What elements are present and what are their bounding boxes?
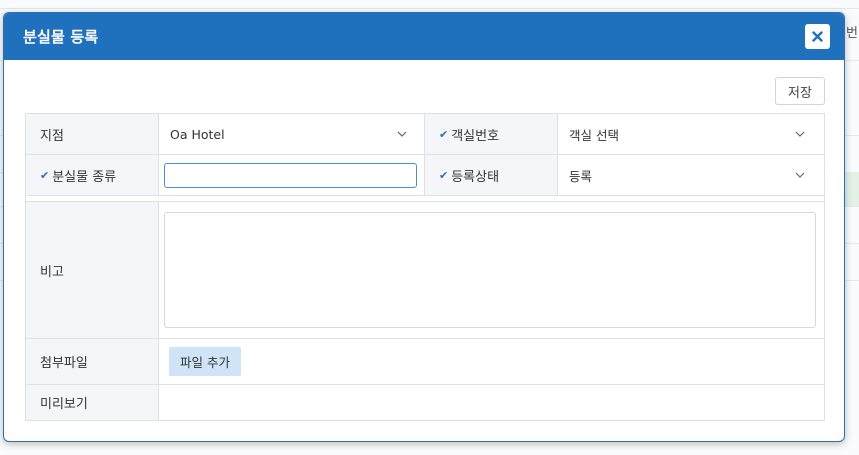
register-status-cell: 등록 <box>558 155 822 195</box>
preview-area <box>159 385 824 420</box>
chevron-down-icon <box>397 131 407 137</box>
close-icon <box>812 27 823 46</box>
background-highlight-row <box>845 172 859 206</box>
branch-select[interactable]: Oa Hotel <box>166 114 417 154</box>
lost-item-register-modal: 분실물 등록 저장 지점 Oa Hotel ✔ 객실번호 객실 선택 ✔ 분실물… <box>3 12 845 442</box>
attachment-cell: 파일 추가 <box>159 339 824 384</box>
room-number-select-placeholder: 객실 선택 <box>569 127 619 143</box>
note-textarea[interactable] <box>164 212 816 328</box>
lost-item-type-cell <box>159 155 425 195</box>
note-label: 비고 <box>26 202 159 338</box>
modal-header: 분실물 등록 <box>4 13 844 60</box>
required-check-icon: ✔ <box>40 168 50 182</box>
save-button[interactable]: 저장 <box>775 77 825 105</box>
branch-select-value: Oa Hotel <box>170 126 225 142</box>
required-check-icon: ✔ <box>439 168 449 182</box>
register-status-select[interactable]: 등록 <box>565 155 815 195</box>
chevron-down-icon <box>795 131 805 137</box>
form-row: 지점 Oa Hotel ✔ 객실번호 객실 선택 <box>25 114 825 155</box>
room-number-label: ✔ 객실번호 <box>425 114 558 154</box>
background-grid-line <box>0 8 859 9</box>
room-number-select[interactable]: 객실 선택 <box>565 114 815 154</box>
form-row: 미리보기 <box>25 385 825 421</box>
modal-title: 분실물 등록 <box>23 28 99 46</box>
lost-item-type-input[interactable] <box>164 162 417 188</box>
preview-label: 미리보기 <box>26 385 159 420</box>
branch-cell: Oa Hotel <box>159 114 425 154</box>
lost-item-type-label: ✔ 분실물 종류 <box>26 155 159 195</box>
form-row: ✔ 분실물 종류 ✔ 등록상태 등록 <box>25 155 825 196</box>
close-button[interactable] <box>805 24 830 49</box>
attachment-label: 첨부파일 <box>26 339 159 384</box>
add-file-button[interactable]: 파일 추가 <box>169 347 241 376</box>
background-column-header: 번 <box>846 26 858 41</box>
chevron-down-icon <box>795 172 805 178</box>
branch-label: 지점 <box>26 114 159 154</box>
form-row: 비고 <box>25 202 825 339</box>
form-row: 첨부파일 파일 추가 <box>25 339 825 385</box>
lost-item-form: 지점 Oa Hotel ✔ 객실번호 객실 선택 ✔ 분실물 종류 ✔ 등록상태… <box>25 113 825 421</box>
note-cell <box>159 202 824 338</box>
register-status-label: ✔ 등록상태 <box>425 155 558 195</box>
room-number-cell: 객실 선택 <box>558 114 822 154</box>
required-check-icon: ✔ <box>439 127 449 141</box>
register-status-select-value: 등록 <box>569 168 593 184</box>
